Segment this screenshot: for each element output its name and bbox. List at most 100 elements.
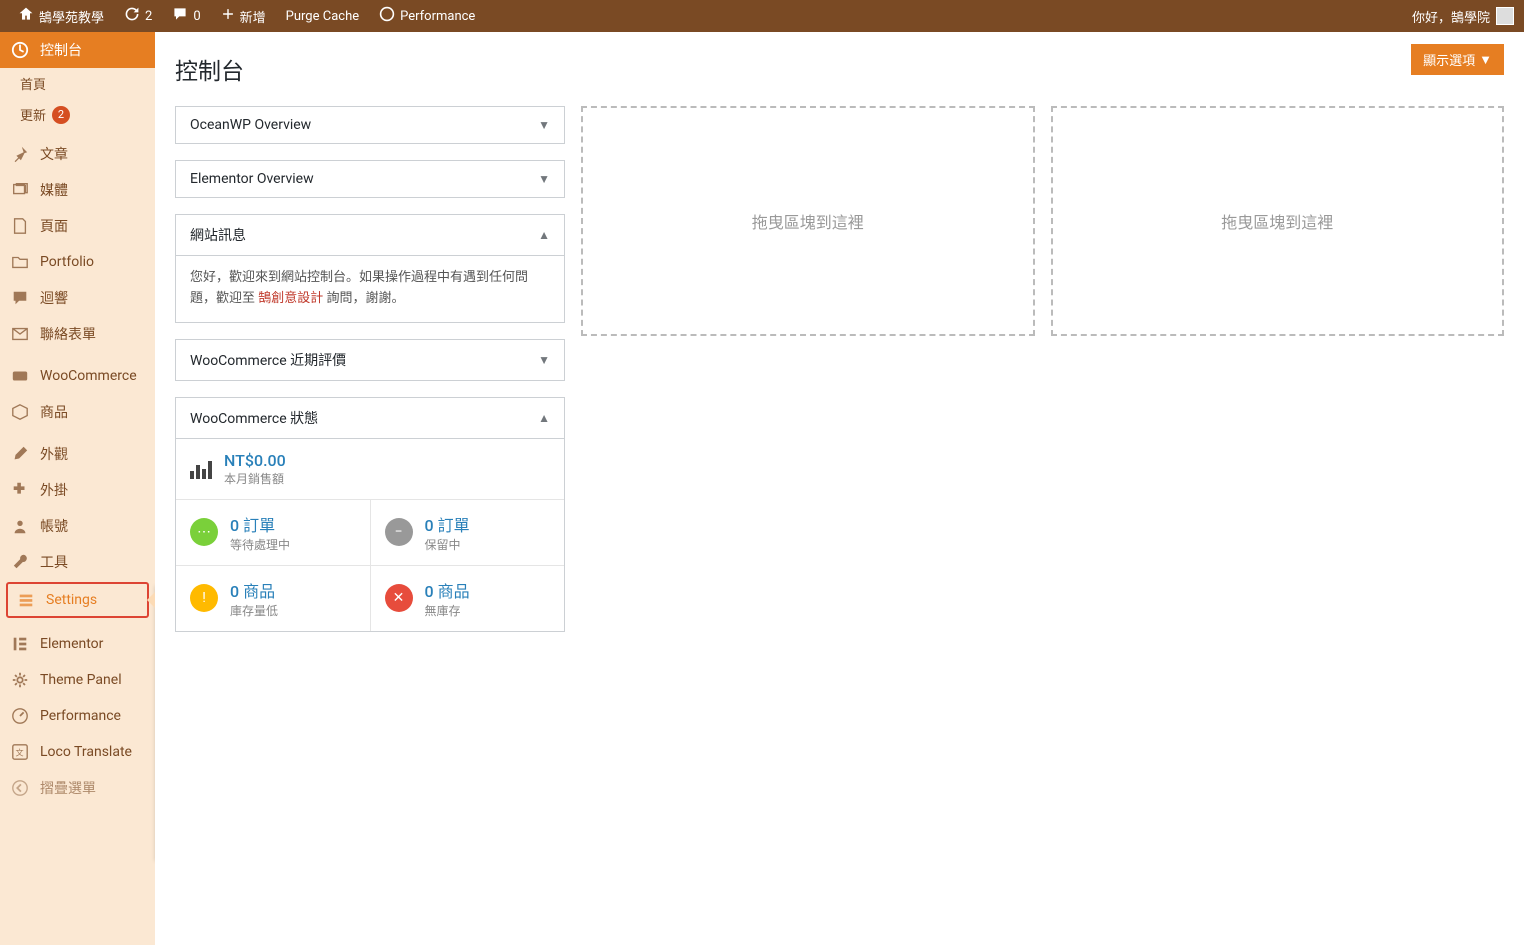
content-header: 控制台 (175, 52, 1504, 86)
chevron-down-icon: ▼ (538, 172, 550, 186)
purge-cache-label: Purge Cache (286, 9, 359, 24)
dashboard-col-1: OceanWP Overview ▼ Elementor Overview ▼ … (175, 106, 565, 648)
plus-icon (221, 7, 235, 25)
sidebar-collapse[interactable]: 摺疊選單 (0, 770, 155, 806)
site-link[interactable]: 鵠學苑教學 (10, 0, 112, 32)
purge-cache-link[interactable]: Purge Cache (278, 0, 367, 32)
svg-text:文: 文 (16, 748, 24, 758)
wc-sales-cell[interactable]: NT$0.00 本月銷售額 (176, 439, 564, 499)
metabox-header[interactable]: WooCommerce 狀態 ▲ (176, 398, 564, 439)
sidebar-home[interactable]: 首頁 (0, 68, 155, 99)
performance-link[interactable]: Performance (371, 0, 483, 32)
brush-icon (10, 444, 30, 464)
sidebar-performance[interactable]: Performance (0, 698, 155, 734)
translate-icon: 文 (10, 742, 30, 762)
new-content-link[interactable]: 新增 (213, 0, 274, 32)
comment-icon (10, 288, 30, 308)
wc-amount: 0 商品 (230, 578, 278, 602)
sidebar-dashboard[interactable]: 控制台 (0, 32, 155, 68)
main-container: 控制台 首頁 更新 2 文章 媒體 頁面 Portfolio 迴響 (0, 32, 1524, 945)
refresh-icon (124, 6, 140, 26)
metabox-body: 您好，歡迎來到網站控制台。如果操作過程中有遇到任何問題，歡迎至 鵠創意設計 詢問… (176, 256, 564, 322)
sidebar-elementor[interactable]: Elementor (0, 626, 155, 662)
wc-low-stock[interactable]: ! 0 商品 庫存量低 (176, 566, 371, 631)
metabox-header[interactable]: WooCommerce 近期評價 ▼ (176, 340, 564, 380)
wc-no-stock[interactable]: ✕ 0 商品 無庫存 (371, 566, 565, 631)
updates-link[interactable]: 2 (116, 0, 160, 32)
metabox-header[interactable]: OceanWP Overview ▼ (176, 107, 564, 143)
greeting-text: 你好，鵠學院 (1412, 7, 1490, 26)
sidebar-theme-panel[interactable]: Theme Panel (0, 662, 155, 698)
wc-amount: 0 訂單 (230, 512, 290, 536)
wc-amount: 0 訂單 (425, 512, 470, 536)
submenu-arrow (147, 592, 155, 608)
screen-options-button[interactable]: 顯示選項 ▼ (1411, 44, 1504, 75)
sidebar-plugins[interactable]: 外掛 (0, 472, 155, 508)
metabox-title: 網站訊息 (190, 225, 246, 245)
sidebar-loco[interactable]: 文 Loco Translate (0, 734, 155, 770)
chevron-down-icon: ▼ (1479, 52, 1492, 68)
users-icon (10, 516, 30, 536)
comments-count: 0 (193, 9, 200, 24)
woo-icon (10, 366, 30, 386)
pin-icon (10, 144, 30, 164)
gauge-icon (379, 6, 395, 26)
admin-toolbar: 鵠學苑教學 2 0 新增 Purge Cache Performance 你好，… (0, 0, 1524, 32)
sidebar-comments[interactable]: 迴響 (0, 280, 155, 316)
elementor-icon (10, 634, 30, 654)
mail-icon (10, 324, 30, 344)
sidebar-tools[interactable]: 工具 (0, 544, 155, 580)
sidebar-products[interactable]: 商品 (0, 394, 155, 430)
collapse-icon (10, 778, 30, 798)
comments-link[interactable]: 0 (164, 0, 208, 32)
site-name: 鵠學苑教學 (39, 7, 104, 26)
chevron-down-icon: ▼ (538, 353, 550, 367)
sidebar-pages[interactable]: 頁面 (0, 208, 155, 244)
wc-label: 保留中 (425, 536, 470, 553)
gauge-icon (10, 706, 30, 726)
updates-badge: 2 (52, 106, 70, 124)
gear-icon (10, 670, 30, 690)
wc-label: 無庫存 (425, 602, 470, 619)
admin-sidebar: 控制台 首頁 更新 2 文章 媒體 頁面 Portfolio 迴響 (0, 32, 155, 945)
sidebar-settings[interactable]: Settings (6, 582, 149, 618)
metabox-oceanwp: OceanWP Overview ▼ (175, 106, 565, 144)
page-title: 控制台 (175, 52, 244, 86)
wc-sales-amount: NT$0.00 (224, 451, 286, 470)
content-area: 顯示選項 ▼ 控制台 OceanWP Overview ▼ Elementor … (155, 32, 1524, 945)
sidebar-users[interactable]: 帳號 (0, 508, 155, 544)
dashboard-icon (10, 40, 30, 60)
chevron-up-icon: ▲ (538, 228, 550, 242)
dropzone-1[interactable]: 拖曳區塊到這裡 (581, 106, 1035, 336)
dropzone-2[interactable]: 拖曳區塊到這裡 (1051, 106, 1505, 336)
wc-orders-pending[interactable]: ⋯ 0 訂單 等待處理中 (176, 500, 371, 565)
sidebar-posts[interactable]: 文章 (0, 136, 155, 172)
wrench-icon (10, 552, 30, 572)
wc-orders-hold[interactable]: − 0 訂單 保留中 (371, 500, 565, 565)
sidebar-updates[interactable]: 更新 2 (0, 99, 155, 130)
wc-sales-label: 本月銷售額 (224, 470, 286, 487)
chevron-up-icon: ▲ (538, 411, 550, 425)
sidebar-contact[interactable]: 聯絡表單 (0, 316, 155, 352)
site-info-link[interactable]: 鵠創意設計 (258, 291, 323, 306)
warning-icon: ! (190, 584, 218, 612)
sidebar-media[interactable]: 媒體 (0, 172, 155, 208)
home-icon (18, 6, 34, 26)
dots-icon: ⋯ (190, 518, 218, 546)
updates-count: 2 (145, 9, 152, 24)
wc-amount: 0 商品 (425, 578, 470, 602)
plugin-icon (10, 480, 30, 500)
metabox-header[interactable]: Elementor Overview ▼ (176, 161, 564, 197)
metabox-header[interactable]: 網站訊息 ▲ (176, 215, 564, 256)
sidebar-label: 控制台 (40, 40, 82, 60)
sidebar-woocommerce[interactable]: WooCommerce (0, 358, 155, 394)
sidebar-appearance[interactable]: 外觀 (0, 436, 155, 472)
media-icon (10, 180, 30, 200)
metabox-title: OceanWP Overview (190, 117, 311, 133)
toolbar-right[interactable]: 你好，鵠學院 (1412, 7, 1514, 26)
x-icon: ✕ (385, 584, 413, 612)
sidebar-portfolio[interactable]: Portfolio (0, 244, 155, 280)
wc-label: 庫存量低 (230, 602, 278, 619)
performance-label: Performance (400, 9, 475, 24)
metabox-title: WooCommerce 狀態 (190, 408, 318, 428)
